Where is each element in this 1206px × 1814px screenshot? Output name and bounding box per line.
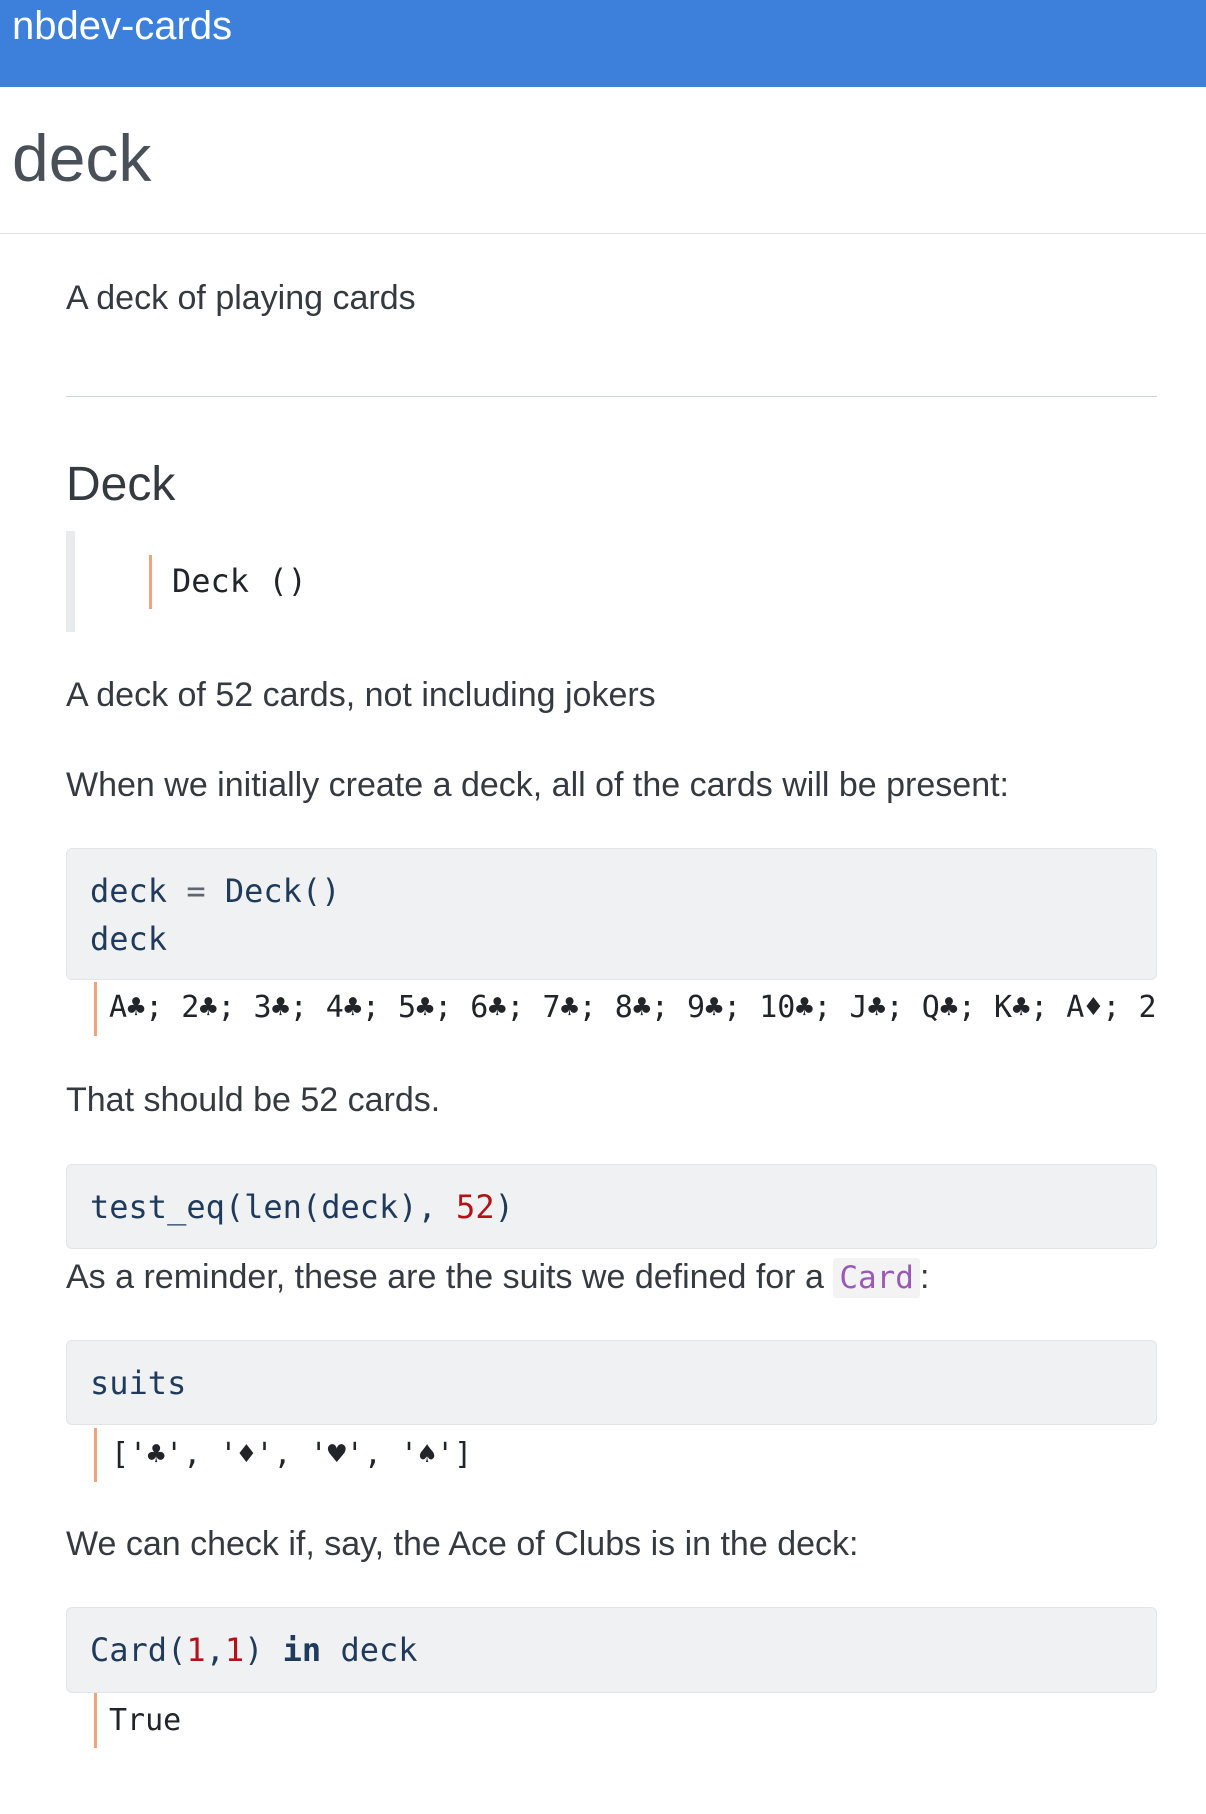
code-cell-test-eq[interactable]: test_eq(len(deck), 52) bbox=[66, 1164, 1157, 1249]
site-brand-link[interactable]: nbdev-cards bbox=[12, 0, 232, 52]
top-navbar: nbdev-cards bbox=[0, 0, 1206, 87]
code-line: test_eq(len(deck), 52) bbox=[90, 1184, 514, 1230]
code-comma: , bbox=[205, 1631, 225, 1669]
code-cell-suits[interactable]: suits bbox=[66, 1340, 1157, 1425]
check-paragraph: We can check if, say, the Ace of Clubs i… bbox=[66, 1525, 859, 1563]
code-line: deck bbox=[90, 920, 168, 958]
output-text: A♣; 2♣; 3♣; 4♣; 5♣; 6♣; 7♣; 8♣; 9♣; 10♣;… bbox=[109, 990, 1157, 1025]
code-text: test_eq(len(deck), bbox=[90, 1188, 457, 1226]
section-divider bbox=[66, 396, 1157, 397]
reminder-colon: : bbox=[919, 1258, 930, 1296]
card-link[interactable]: Card bbox=[833, 1258, 920, 1298]
code-number: 1 bbox=[186, 1631, 206, 1669]
code-text: ) bbox=[494, 1188, 514, 1226]
reminder-paragraph: As a reminder, these are the suits we de… bbox=[66, 1255, 929, 1300]
code-cell-card-in-deck[interactable]: Card(1,1) in deck bbox=[66, 1607, 1157, 1693]
code-line: deck = Deck() bbox=[90, 868, 340, 914]
output-text: True bbox=[109, 1703, 182, 1738]
paragraph-52-cards: That should be 52 cards. bbox=[66, 1081, 441, 1119]
intro-paragraph: When we initially create a deck, all of … bbox=[66, 766, 1010, 804]
code-number: 52 bbox=[456, 1188, 495, 1226]
code-line: Card(1,1) in deck bbox=[90, 1627, 418, 1673]
code-variable: deck bbox=[90, 872, 168, 910]
code-call: Deck() bbox=[224, 872, 341, 910]
signature-block: Deck () bbox=[66, 531, 1157, 632]
code-call: Card( bbox=[90, 1631, 187, 1669]
title-divider bbox=[0, 233, 1206, 234]
output-text: ['♣', '♦', '♥', '♠'] bbox=[111, 1437, 473, 1472]
code-call: ) bbox=[244, 1631, 283, 1669]
code-cell-create-deck[interactable]: deck = Deck() deck bbox=[66, 848, 1157, 980]
page-description: A deck of playing cards bbox=[66, 279, 416, 317]
page-title: deck bbox=[12, 121, 152, 195]
output-deck-cards: A♣; 2♣; 3♣; 4♣; 5♣; 6♣; 7♣; 8♣; 9♣; 10♣;… bbox=[94, 982, 1157, 1036]
code-line: suits bbox=[90, 1364, 187, 1402]
code-keyword: in bbox=[282, 1631, 322, 1669]
section-heading-deck: Deck bbox=[66, 458, 176, 511]
class-signature: Deck () bbox=[172, 562, 307, 600]
output-true: True bbox=[94, 1693, 1157, 1748]
code-number: 1 bbox=[224, 1631, 245, 1669]
reminder-text: As a reminder, these are the suits we de… bbox=[66, 1258, 834, 1296]
class-docstring: A deck of 52 cards, not including jokers bbox=[66, 676, 656, 714]
signature-accent-bar bbox=[149, 555, 152, 609]
output-suits: ['♣', '♦', '♥', '♠'] bbox=[94, 1428, 1157, 1482]
code-operator: = bbox=[186, 872, 206, 910]
code-text: deck bbox=[321, 1631, 418, 1669]
